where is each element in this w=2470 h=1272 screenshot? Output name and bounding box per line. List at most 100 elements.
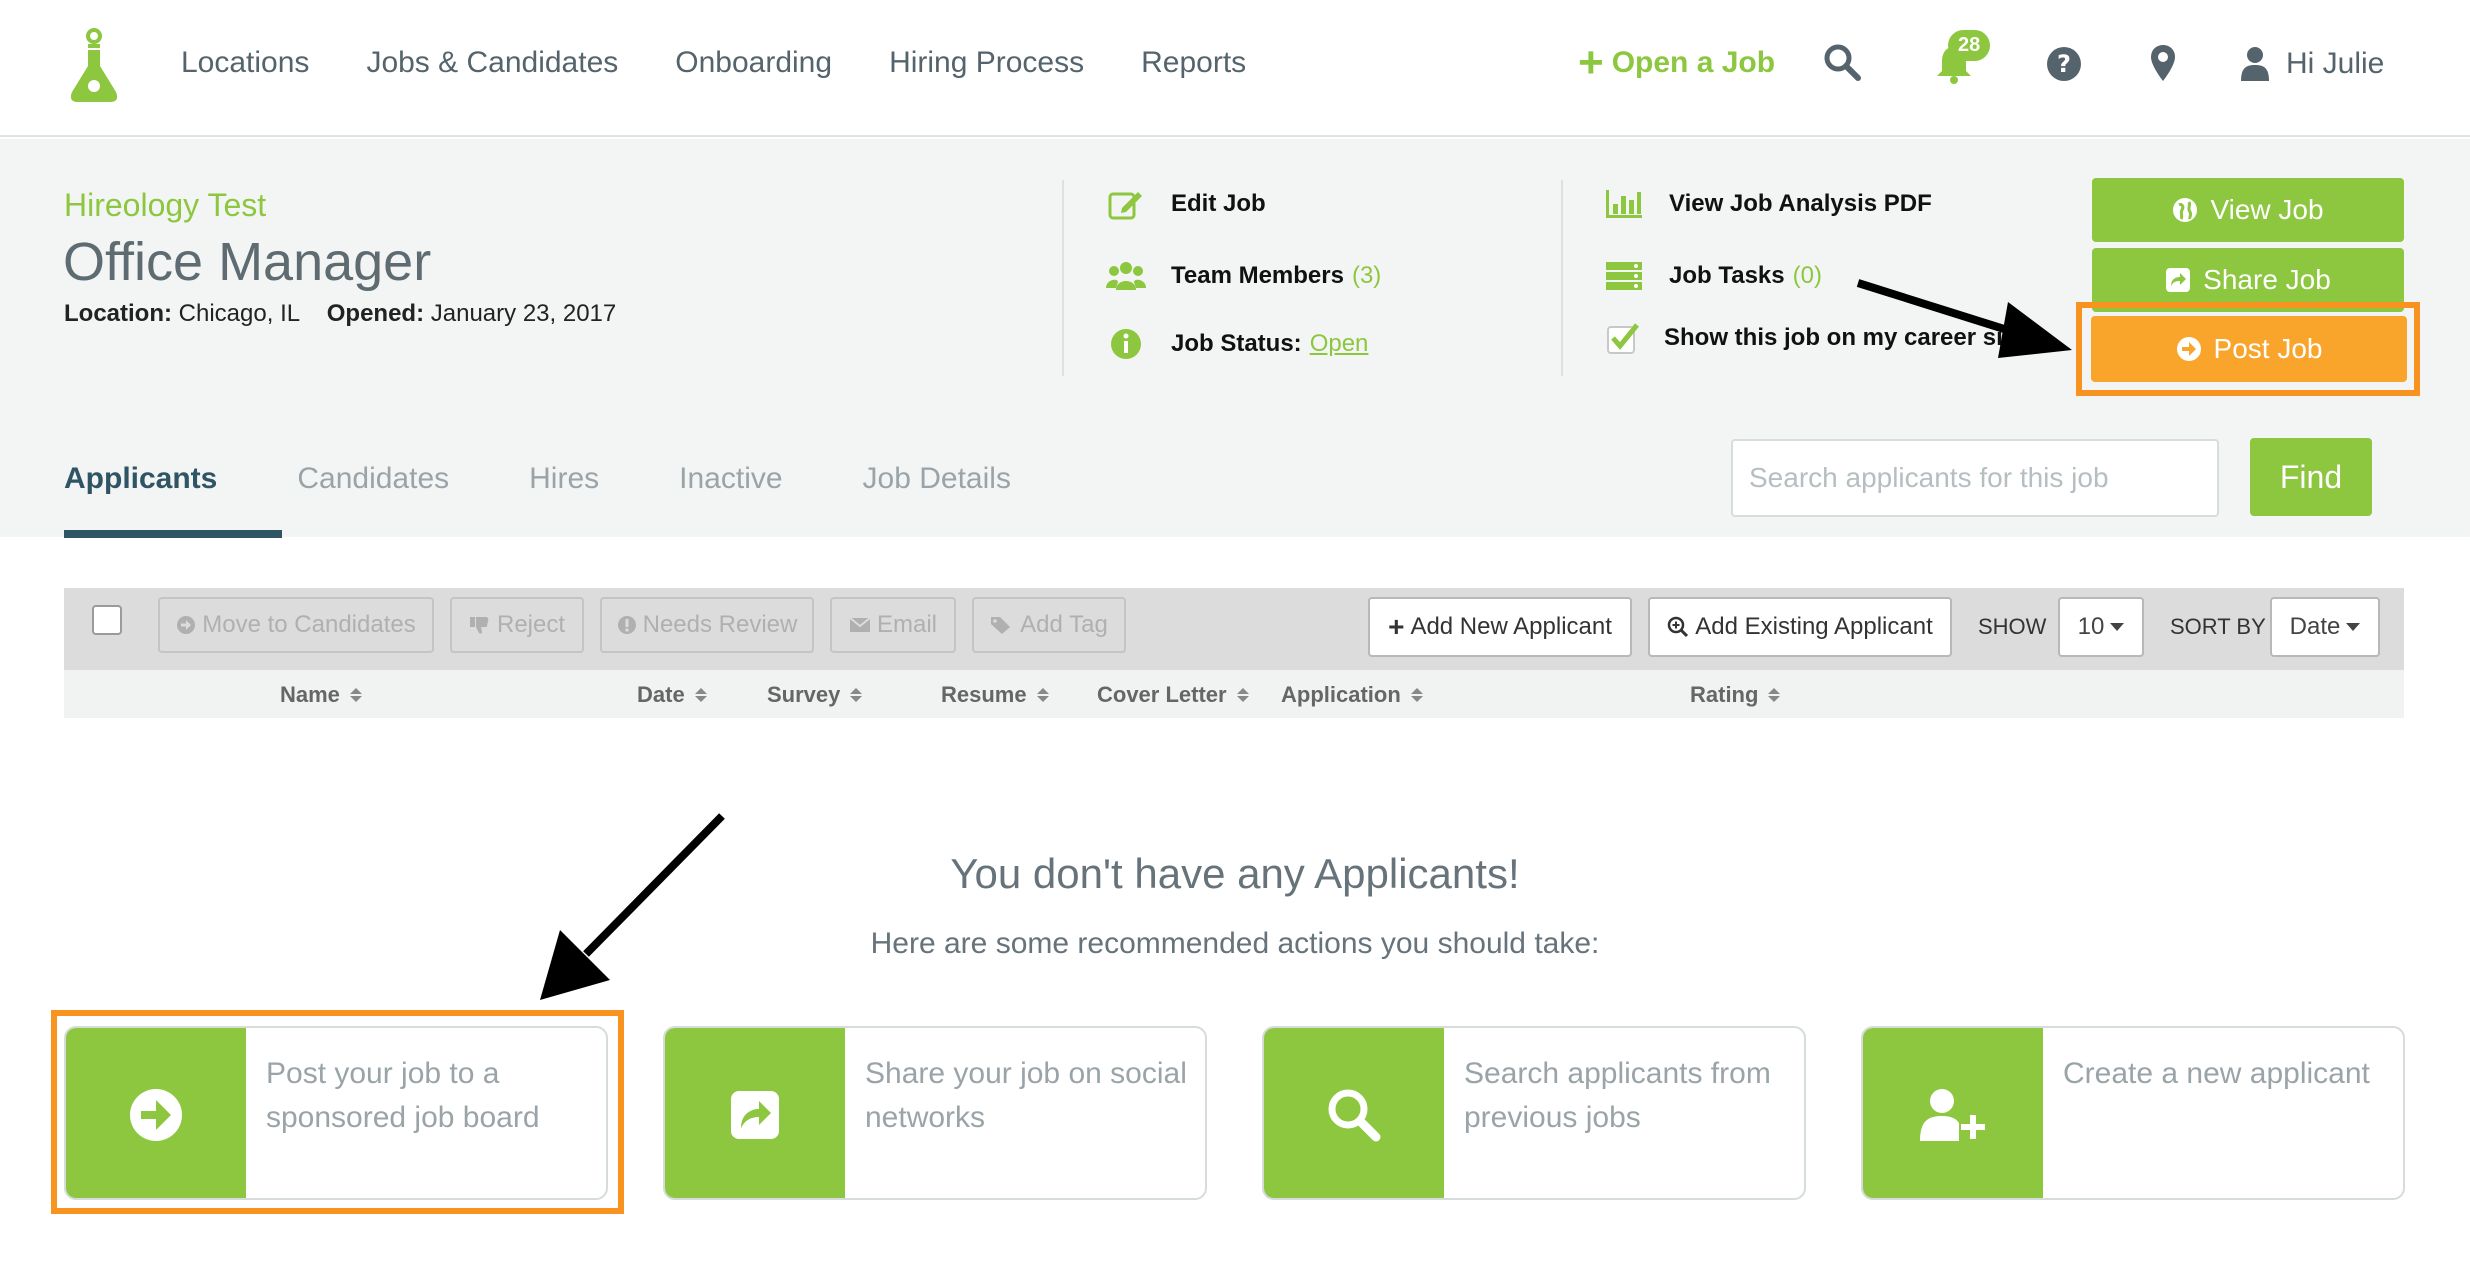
add-new-applicant-button[interactable]: + Add New Applicant <box>1368 597 1632 657</box>
nav-reports[interactable]: Reports <box>1141 46 1246 80</box>
view-job-button[interactable]: View Job <box>2092 178 2404 242</box>
empty-state-title: You don't have any Applicants! <box>950 850 1520 897</box>
team-members-label: Team Members <box>1171 262 1344 289</box>
card-text: Create a new applicant <box>2063 1057 2370 1090</box>
company-name[interactable]: Hireology Test <box>64 187 266 224</box>
empty-state-subtitle: Here are some recommended actions you sh… <box>870 927 1600 960</box>
arrow-to-sponsored-card <box>540 813 725 1000</box>
col-survey[interactable]: Survey <box>767 682 863 708</box>
share-social-card[interactable]: Share your job on social networks <box>663 1026 1207 1200</box>
col-name[interactable]: Name <box>280 682 362 708</box>
team-icon <box>1106 260 1146 292</box>
tab-hires[interactable]: Hires <box>529 462 599 496</box>
user-menu[interactable]: Hi Julie <box>2240 46 2384 82</box>
post-job-button[interactable]: Post Job <box>2091 316 2407 382</box>
nav-jobs-candidates[interactable]: Jobs & Candidates <box>366 46 618 80</box>
nav-locations[interactable]: Locations <box>181 46 309 80</box>
tab-candidates[interactable]: Candidates <box>297 462 449 496</box>
sort-icon <box>349 688 362 702</box>
divider <box>1062 180 1064 376</box>
edit-job-label: Edit Job <box>1171 190 1266 217</box>
user-icon <box>2241 47 2269 81</box>
move-to-candidates-button[interactable]: Move to Candidates <box>158 597 434 653</box>
svg-text:?: ? <box>2057 50 2071 78</box>
show-count-select[interactable]: 10 <box>2058 597 2144 657</box>
share-job-label: Share Job <box>2203 264 2331 295</box>
select-all-checkbox[interactable] <box>92 605 122 635</box>
show-label: SHOW <box>1978 614 2047 639</box>
search-icon[interactable] <box>1822 42 1862 82</box>
arrow-circle-right-icon <box>177 616 196 634</box>
reject-button[interactable]: Reject <box>450 597 584 653</box>
checkbox-checked-icon[interactable] <box>1604 322 1644 354</box>
card-text: Search applicants from previous jobs <box>1464 1057 1771 1134</box>
email-button[interactable]: Email <box>830 597 956 653</box>
open-job-link[interactable]: + Open a Job <box>1578 38 1776 87</box>
post-job-label: Post Job <box>2213 333 2323 364</box>
show-count-value: 10 <box>2077 613 2105 640</box>
exclamation-circle-icon <box>617 616 636 634</box>
share-icon <box>731 1091 779 1139</box>
career-site-toggle[interactable]: Show this job on my career site <box>1604 322 2024 354</box>
add-new-label: Add New Applicant <box>1410 613 1612 640</box>
sort-icon <box>1410 688 1423 702</box>
opened-label: Opened: <box>326 300 425 327</box>
active-tab-indicator <box>64 530 282 538</box>
needs-review-button[interactable]: Needs Review <box>600 597 814 653</box>
col-cover-letter-label: Cover Letter <box>1097 682 1227 707</box>
team-members-action[interactable]: Team Members (3) <box>1106 260 1381 292</box>
plus-icon: + <box>1578 38 1604 87</box>
find-button[interactable]: Find <box>2250 438 2372 516</box>
sort-icon <box>1036 688 1049 702</box>
sort-by-select[interactable]: Date <box>2270 597 2380 657</box>
col-application[interactable]: Application <box>1281 682 1423 708</box>
col-date[interactable]: Date <box>637 682 707 708</box>
edit-job-action[interactable]: Edit Job <box>1106 188 1266 220</box>
team-members-count: (3) <box>1351 262 1382 289</box>
col-rating[interactable]: Rating <box>1690 682 1781 708</box>
caret-down-icon <box>2110 623 2125 631</box>
job-tasks-count: (0) <box>1792 262 1822 289</box>
search-previous-applicants-card[interactable]: Search applicants from previous jobs <box>1262 1026 1806 1200</box>
view-job-label: View Job <box>2210 194 2324 225</box>
user-plus-icon <box>1920 1089 1985 1141</box>
move-label: Move to Candidates <box>202 611 416 638</box>
tab-job-details[interactable]: Job Details <box>863 462 1011 496</box>
add-existing-applicant-button[interactable]: Add Existing Applicant <box>1648 597 1952 657</box>
nav-hiring-process[interactable]: Hiring Process <box>889 46 1084 80</box>
applicant-search-input[interactable] <box>1731 439 2219 517</box>
job-tasks-action[interactable]: Job Tasks (0) <box>1604 260 1822 292</box>
flask-logo-icon[interactable] <box>66 28 122 106</box>
card-icon-area <box>665 1028 845 1198</box>
post-sponsored-job-card[interactable]: Post your job to a sponsored job board <box>64 1026 608 1200</box>
divider <box>1561 180 1563 376</box>
location-label: Location: <box>64 300 172 327</box>
job-status-link[interactable]: Open <box>1310 330 1369 358</box>
add-tag-button[interactable]: Add Tag <box>972 597 1126 653</box>
location-value: Chicago, IL <box>178 300 301 327</box>
map-pin-icon[interactable] <box>2150 44 2176 82</box>
create-applicant-card[interactable]: Create a new applicant <box>1861 1026 2405 1200</box>
share-icon <box>2166 268 2191 292</box>
col-application-label: Application <box>1281 682 1401 707</box>
col-rating-label: Rating <box>1690 682 1759 707</box>
sort-by-value: Date <box>2289 613 2341 640</box>
user-greeting: Hi Julie <box>2286 47 2385 80</box>
col-resume[interactable]: Resume <box>941 682 1049 708</box>
tab-inactive[interactable]: Inactive <box>679 462 782 496</box>
arrow-circle-right-icon <box>2176 337 2201 361</box>
view-pdf-action[interactable]: View Job Analysis PDF <box>1604 188 1932 220</box>
col-cover-letter[interactable]: Cover Letter <box>1097 682 1249 708</box>
globe-icon <box>2173 198 2198 222</box>
tab-applicants[interactable]: Applicants <box>64 462 217 496</box>
open-job-label: Open a Job <box>1611 46 1776 79</box>
job-tabs: Applicants Candidates Hires Inactive Job… <box>64 462 1091 496</box>
job-status-label: Job Status: <box>1171 330 1302 357</box>
main-nav: Locations Jobs & Candidates Onboarding H… <box>181 46 1303 80</box>
edit-icon <box>1106 188 1146 220</box>
envelope-icon <box>849 617 871 632</box>
help-icon[interactable]: ? <box>2046 46 2082 82</box>
nav-onboarding[interactable]: Onboarding <box>675 46 832 80</box>
sort-icon <box>694 688 707 702</box>
arrow-circle-right-icon <box>130 1089 182 1141</box>
